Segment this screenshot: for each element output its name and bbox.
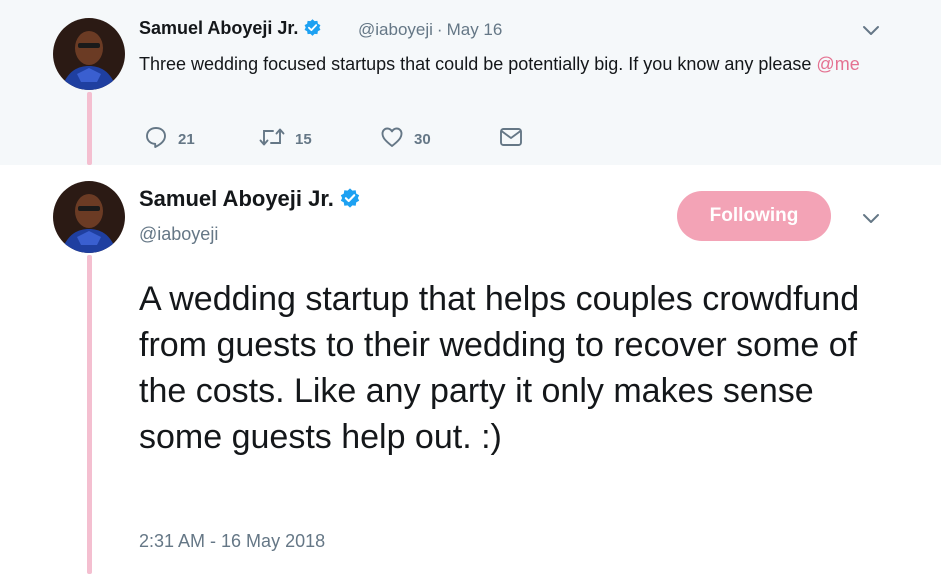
chevron-down-icon[interactable] — [861, 208, 881, 228]
heart-icon — [380, 125, 404, 154]
following-button[interactable]: Following — [677, 191, 831, 241]
envelope-icon — [498, 125, 524, 154]
verified-badge-icon — [303, 18, 322, 42]
like-button[interactable]: 30 — [380, 125, 431, 154]
thread-line — [87, 92, 92, 165]
author-name[interactable]: Samuel Aboyeji Jr. — [139, 18, 322, 42]
tweet-text: Three wedding focused startups that coul… — [139, 54, 860, 74]
chevron-down-icon[interactable] — [861, 20, 881, 40]
reply-icon — [144, 125, 168, 154]
direct-message-button[interactable] — [498, 125, 524, 154]
retweet-icon — [259, 125, 285, 154]
thread-line — [87, 255, 92, 574]
reply-button[interactable]: 21 — [144, 125, 195, 154]
reply-count: 21 — [178, 131, 195, 148]
author-name[interactable]: Samuel Aboyeji Jr. — [139, 186, 361, 215]
author-handle[interactable]: @iaboyeji · May 16 — [358, 20, 502, 40]
verified-badge-icon — [339, 187, 361, 215]
mention-link[interactable]: @me — [816, 54, 859, 74]
avatar[interactable] — [53, 181, 125, 253]
author-handle[interactable]: @iaboyeji — [139, 224, 218, 245]
tweet-text: A wedding startup that helps couples cro… — [139, 280, 860, 456]
retweet-button[interactable]: 15 — [259, 125, 312, 154]
like-count: 30 — [414, 131, 431, 148]
tweet-date[interactable]: May 16 — [447, 20, 503, 39]
tweet-timestamp[interactable]: 2:31 AM - 16 May 2018 — [139, 531, 325, 552]
parent-tweet[interactable]: Samuel Aboyeji Jr. @iaboyeji · May 16 Thre… — [0, 0, 941, 165]
avatar[interactable] — [53, 18, 125, 90]
retweet-count: 15 — [295, 131, 312, 148]
